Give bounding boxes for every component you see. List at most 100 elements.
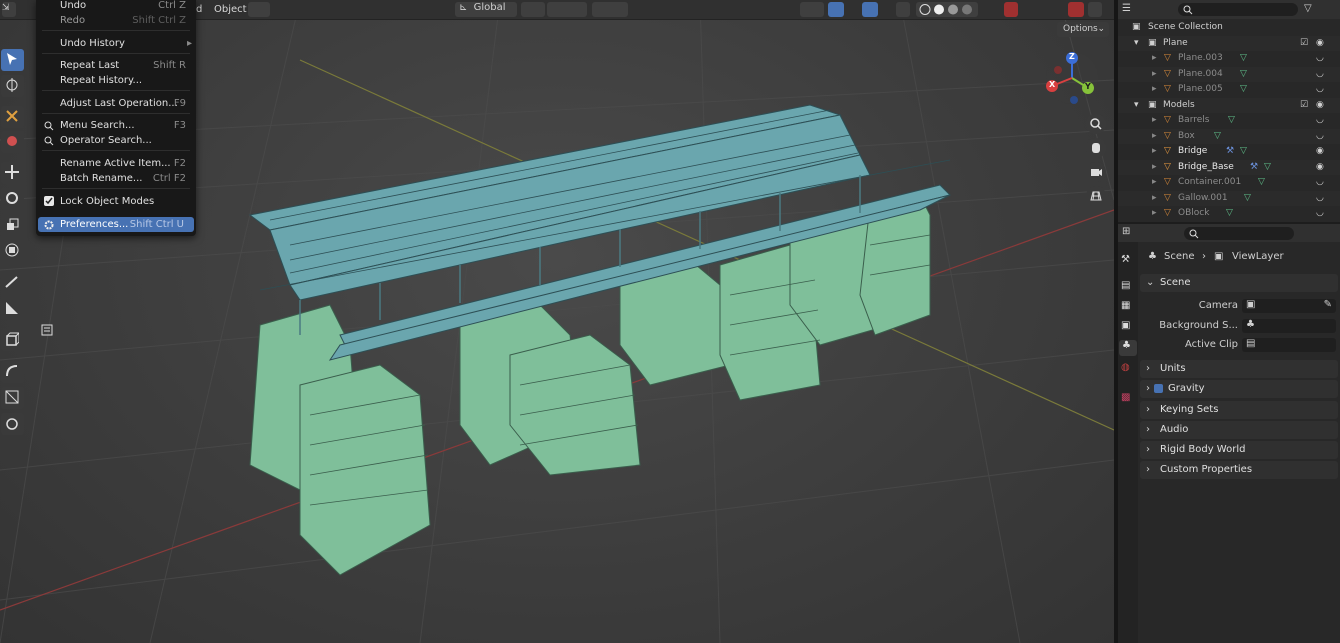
camera-view-button[interactable] xyxy=(1086,162,1106,182)
expand-arrow-icon[interactable]: ▸ xyxy=(1152,160,1157,175)
collapse-toolbar-handle[interactable] xyxy=(40,323,54,337)
outliner-row-barrels[interactable]: ▸ ▽ Barrels ▽ ◡ xyxy=(1118,113,1340,129)
menu-item-batch-rename[interactable]: Batch Rename... Ctrl F2 xyxy=(36,171,196,186)
properties-search-input[interactable] xyxy=(1184,227,1294,240)
visibility-dropdown[interactable] xyxy=(800,2,824,17)
shrink-tool[interactable] xyxy=(1,387,24,409)
outliner-row-plane-003[interactable]: ▸ ▽ Plane.003 ▽ ◡ xyxy=(1118,51,1340,67)
expand-arrow-icon[interactable]: ▸ xyxy=(1152,51,1157,66)
panel-keying-sets[interactable]: › Keying Sets xyxy=(1140,401,1338,419)
eye-closed-icon[interactable]: ◡ xyxy=(1316,206,1324,221)
panel-rigid-body-world[interactable]: › Rigid Body World xyxy=(1140,441,1338,459)
outliner-row-oblock[interactable]: ▸ ▽ OBlock ▽ ◡ xyxy=(1118,206,1340,222)
expand-arrow-icon[interactable]: ▸ xyxy=(1152,67,1157,82)
expand-arrow-icon[interactable]: ▾ xyxy=(1134,98,1139,113)
outliner-row-box[interactable]: ▸ ▽ Box ▽ ◡ xyxy=(1118,128,1340,144)
filter-button[interactable]: ▽ xyxy=(1304,3,1324,16)
menu-item-repeat-last[interactable]: Repeat Last Shift R xyxy=(36,58,196,73)
tab-world[interactable]: ◍ xyxy=(1121,362,1135,376)
panel-audio[interactable]: › Audio xyxy=(1140,421,1338,439)
outliner-row-bridge[interactable]: ▸ ▽ Bridge ⚒ ▽ ◉ xyxy=(1118,144,1340,160)
record-toggle[interactable] xyxy=(1004,2,1018,17)
outliner-row-scene-collection[interactable]: ▣ Scene Collection xyxy=(1118,20,1340,36)
annotate-line-tool[interactable] xyxy=(1,272,24,294)
object-mode-dropdown[interactable] xyxy=(248,2,270,17)
annotate-tool[interactable] xyxy=(1,106,24,128)
transform-tool[interactable] xyxy=(1,240,24,262)
checkbox-icon[interactable]: ☑ xyxy=(1300,36,1308,51)
background-scene-field[interactable]: ♣ xyxy=(1242,319,1336,333)
eye-closed-icon[interactable]: ◡ xyxy=(1316,175,1324,190)
outliner-row-container-001[interactable]: ▸ ▽ Container.001 ▽ ◡ xyxy=(1118,175,1340,191)
eye-closed-icon[interactable]: ◡ xyxy=(1316,191,1324,206)
checkbox-icon[interactable]: ☑ xyxy=(1300,98,1308,113)
camera-field[interactable]: ▣ ✎ xyxy=(1242,299,1336,313)
select-box-tool[interactable] xyxy=(1,49,24,71)
outliner-row-models[interactable]: ▾ ▣ Models ☑ ◉ xyxy=(1118,97,1340,113)
outliner-row-bridge-base[interactable]: ▸ ▽ Bridge_Base ⚒ ▽ ◉ xyxy=(1118,159,1340,175)
pan-button[interactable] xyxy=(1086,138,1106,158)
menu-item-undo-history[interactable]: Undo History ▸ xyxy=(36,36,196,51)
eye-closed-icon[interactable]: ◡ xyxy=(1316,129,1324,144)
outliner-row-gallow-001[interactable]: ▸ ▽ Gallow.001 ▽ ◡ xyxy=(1118,190,1340,206)
menu-item-adjust-last-operation[interactable]: Adjust Last Operation... F9 xyxy=(36,96,196,111)
outliner-row-plane-004[interactable]: ▸ ▽ Plane.004 ▽ ◡ xyxy=(1118,66,1340,82)
eye-icon[interactable]: ◉ xyxy=(1316,160,1324,175)
measure-tool[interactable] xyxy=(1,131,24,153)
header-menu-partial[interactable]: d xyxy=(196,2,202,17)
eye-icon[interactable]: ◉ xyxy=(1316,98,1324,113)
tab-tool[interactable]: ⚒ xyxy=(1121,254,1135,268)
perspective-toggle-button[interactable] xyxy=(1086,186,1106,206)
rotate-tool[interactable] xyxy=(1,188,24,210)
menu-item-undo[interactable]: Undo Ctrl Z xyxy=(36,0,196,13)
object-menu[interactable]: Object xyxy=(214,2,247,17)
overlay-toggle[interactable] xyxy=(862,2,878,17)
gizmo-toggle[interactable] xyxy=(828,2,844,17)
shading-mode-buttons[interactable] xyxy=(916,2,978,17)
expand-arrow-icon[interactable]: ▸ xyxy=(1152,113,1157,128)
snap-toggle[interactable] xyxy=(547,2,587,17)
expand-arrow-icon[interactable]: ▸ xyxy=(1152,191,1157,206)
navigation-gizmo[interactable]: Z Y X xyxy=(1044,50,1100,106)
expand-arrow-icon[interactable]: ▸ xyxy=(1152,144,1157,159)
eye-closed-icon[interactable]: ◡ xyxy=(1316,82,1324,97)
menu-item-lock-object-modes[interactable]: Lock Object Modes xyxy=(36,194,196,209)
zoom-button[interactable] xyxy=(1086,114,1106,134)
rotate-cursor-tool[interactable] xyxy=(1,413,24,435)
options-button[interactable]: Options ⌄ xyxy=(1057,22,1109,37)
render-toggle[interactable] xyxy=(1068,2,1084,17)
bridge-model[interactable] xyxy=(230,95,970,595)
eyedropper-icon[interactable]: ✎ xyxy=(1324,299,1332,310)
checkbox-checked-icon[interactable] xyxy=(44,196,54,211)
outliner-row-plane-005[interactable]: ▸ ▽ Plane.005 ▽ ◡ xyxy=(1118,82,1340,98)
move-tool[interactable] xyxy=(1,162,24,184)
camera-toggle[interactable] xyxy=(1088,2,1102,17)
menu-item-repeat-history[interactable]: Repeat History... xyxy=(36,73,196,88)
outliner-search-input[interactable] xyxy=(1178,3,1298,16)
panel-units[interactable]: › Units xyxy=(1140,360,1338,378)
expand-arrow-icon[interactable]: ▸ xyxy=(1152,206,1157,221)
transform-orientation-dropdown[interactable]: ⊾ Global xyxy=(455,2,517,17)
editor-type-button[interactable]: ⇲ xyxy=(2,2,16,17)
panel-custom-properties[interactable]: › Custom Properties xyxy=(1140,461,1338,479)
cursor-tool[interactable] xyxy=(1,75,24,97)
menu-item-operator-search[interactable]: Operator Search... xyxy=(36,133,196,148)
eye-closed-icon[interactable]: ◡ xyxy=(1316,113,1324,128)
expand-arrow-icon[interactable]: ▸ xyxy=(1152,129,1157,144)
menu-item-preferences[interactable]: Preferences... Shift Ctrl U xyxy=(38,217,194,232)
gravity-checkbox[interactable] xyxy=(1154,384,1163,393)
eye-icon[interactable]: ◉ xyxy=(1316,36,1324,51)
scale-tool[interactable] xyxy=(1,214,24,236)
outliner-row-plane[interactable]: ▾ ▣ Plane ☑ ◉ xyxy=(1118,35,1340,51)
menu-item-menu-search[interactable]: Menu Search... F3 xyxy=(36,118,196,133)
properties-editor-type[interactable]: ⊞ xyxy=(1122,226,1130,237)
eye-closed-icon[interactable]: ◡ xyxy=(1316,67,1324,82)
xray-toggle[interactable] xyxy=(896,2,910,17)
expand-arrow-icon[interactable]: ▸ xyxy=(1152,175,1157,190)
add-cube-tool[interactable] xyxy=(1,329,24,351)
ruler-tool[interactable] xyxy=(1,298,24,320)
panel-scene[interactable]: ⌄ Scene xyxy=(1140,274,1338,292)
tab-texture[interactable]: ▩ xyxy=(1121,392,1135,406)
eye-icon[interactable]: ◉ xyxy=(1316,144,1324,159)
expand-arrow-icon[interactable]: ▸ xyxy=(1152,82,1157,97)
